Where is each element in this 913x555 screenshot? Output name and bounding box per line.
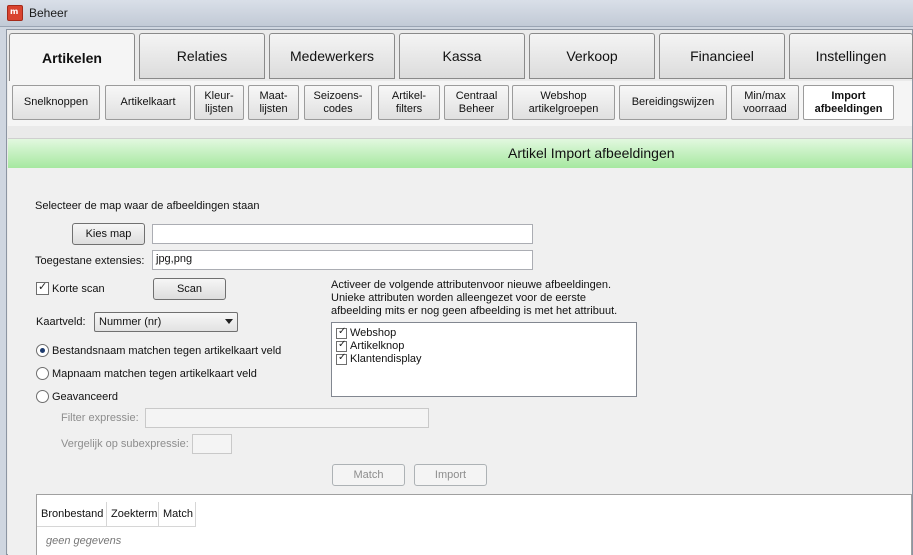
app-icon-text: m xyxy=(10,7,19,16)
subtab-import-afbeeldingen[interactable]: Import afbeeldingen xyxy=(803,85,894,120)
subtab-kleurlijsten[interactable]: Kleur-lijsten xyxy=(194,85,244,120)
folder-path-input[interactable] xyxy=(152,224,533,244)
radio-bestandsnaam-label: Bestandsnaam matchen tegen artikelkaart … xyxy=(52,345,282,357)
subtab-artikelfilters[interactable]: Artikel-filters xyxy=(378,85,440,120)
column-header-match[interactable]: Match xyxy=(159,502,196,527)
chevron-down-icon xyxy=(225,319,233,324)
content-area: Selecteer de map waar de afbeeldingen st… xyxy=(8,168,912,555)
compare-subexpression-label: Vergelijk op subexpressie: xyxy=(61,438,189,450)
card-field-label: Kaartveld: xyxy=(36,316,86,328)
tab-kassa[interactable]: Kassa xyxy=(399,33,525,79)
match-button[interactable]: Match xyxy=(332,464,405,486)
filter-expression-label: Filter expressie: xyxy=(61,412,139,424)
results-grid: Bronbestand Zoekterm Match geen gegevens xyxy=(36,494,912,555)
extensions-label: Toegestane extensies: xyxy=(35,255,145,267)
subtab-webshop-artikelgroepen[interactable]: Webshop artikelgroepen xyxy=(512,85,615,120)
column-header-zoekterm[interactable]: Zoekterm xyxy=(107,502,159,527)
tab-instellingen[interactable]: Instellingen xyxy=(789,33,913,79)
radio-bestandsnaam[interactable] xyxy=(36,344,49,357)
subtab-bereidingswijzen[interactable]: Bereidingswijzen xyxy=(619,85,727,120)
attribute-artikelknop-label: Artikelknop xyxy=(350,340,405,352)
window-titlebar: m Beheer xyxy=(0,0,913,27)
attributes-listbox: ✓ Webshop ✓ Artikelknop ✓ Klantendisplay xyxy=(331,322,637,397)
choose-folder-button[interactable]: Kies map xyxy=(72,223,145,245)
check-icon: ✓ xyxy=(338,339,347,350)
grid-empty-text: geen gegevens xyxy=(46,535,122,547)
radio-mapnaam[interactable] xyxy=(36,367,49,380)
page-title: Artikel Import afbeeldingen xyxy=(508,145,675,161)
radio-selected-dot xyxy=(40,348,45,353)
radio-geavanceerd[interactable] xyxy=(36,390,49,403)
subtab-snelknoppen[interactable]: Snelknoppen xyxy=(12,85,100,120)
window-title: Beheer xyxy=(29,6,68,20)
app-icon: m xyxy=(7,5,23,21)
attributes-info-line2: Unieke attributen worden alleengezet voo… xyxy=(331,292,586,304)
tab-artikelen[interactable]: Artikelen xyxy=(9,33,135,81)
tab-verkoop[interactable]: Verkoop xyxy=(529,33,655,79)
subtab-artikelkaart[interactable]: Artikelkaart xyxy=(105,85,191,120)
radio-mapnaam-label: Mapnaam matchen tegen artikelkaart veld xyxy=(52,368,257,380)
attributes-info-line3: afbeelding mits er nog geen afbeelding i… xyxy=(331,305,618,317)
section-header: Artikel Import afbeeldingen xyxy=(8,138,912,168)
attribute-klantendisplay-label: Klantendisplay xyxy=(350,353,422,365)
subtab-maatlijsten[interactable]: Maat-lijsten xyxy=(248,85,299,120)
check-icon: ✓ xyxy=(338,352,347,363)
select-folder-label: Selecteer de map waar de afbeeldingen st… xyxy=(35,200,260,212)
subtab-minmax-voorraad[interactable]: Min/max voorraad xyxy=(731,85,799,120)
tab-relaties[interactable]: Relaties xyxy=(139,33,265,79)
card-field-select[interactable]: Nummer (nr) xyxy=(94,312,238,332)
column-header-bronbestand[interactable]: Bronbestand xyxy=(37,502,107,527)
attribute-klantendisplay-checkbox[interactable]: ✓ xyxy=(336,352,347,365)
extensions-input[interactable]: jpg,png xyxy=(152,250,533,270)
subtab-bar: Snelknoppen Artikelkaart Kleur-lijsten M… xyxy=(8,81,912,126)
subtab-centraal-beheer[interactable]: Centraal Beheer xyxy=(444,85,509,120)
main-panel: Artikelen Relaties Medewerkers Kassa Ver… xyxy=(6,29,913,555)
check-icon: ✓ xyxy=(38,280,48,293)
attribute-artikelknop-checkbox[interactable]: ✓ xyxy=(336,339,347,352)
tab-financieel[interactable]: Financieel xyxy=(659,33,785,79)
check-icon: ✓ xyxy=(338,326,347,337)
scan-button[interactable]: Scan xyxy=(153,278,226,300)
import-button[interactable]: Import xyxy=(414,464,487,486)
window-frame: Artikelen Relaties Medewerkers Kassa Ver… xyxy=(0,27,913,555)
attribute-webshop-checkbox[interactable]: ✓ xyxy=(336,326,347,339)
tab-medewerkers[interactable]: Medewerkers xyxy=(269,33,395,79)
card-field-value: Nummer (nr) xyxy=(99,316,162,328)
short-scan-label: Korte scan xyxy=(52,283,105,295)
attribute-webshop-label: Webshop xyxy=(350,327,397,339)
short-scan-checkbox[interactable]: ✓ xyxy=(36,280,49,295)
compare-subexpression-input[interactable] xyxy=(192,434,232,454)
attributes-info-line1: Activeer de volgende attributenvoor nieu… xyxy=(331,279,612,291)
radio-geavanceerd-label: Geavanceerd xyxy=(52,391,119,403)
filter-expression-input[interactable] xyxy=(145,408,429,428)
subtab-seizoenscodes[interactable]: Seizoens-codes xyxy=(304,85,372,120)
